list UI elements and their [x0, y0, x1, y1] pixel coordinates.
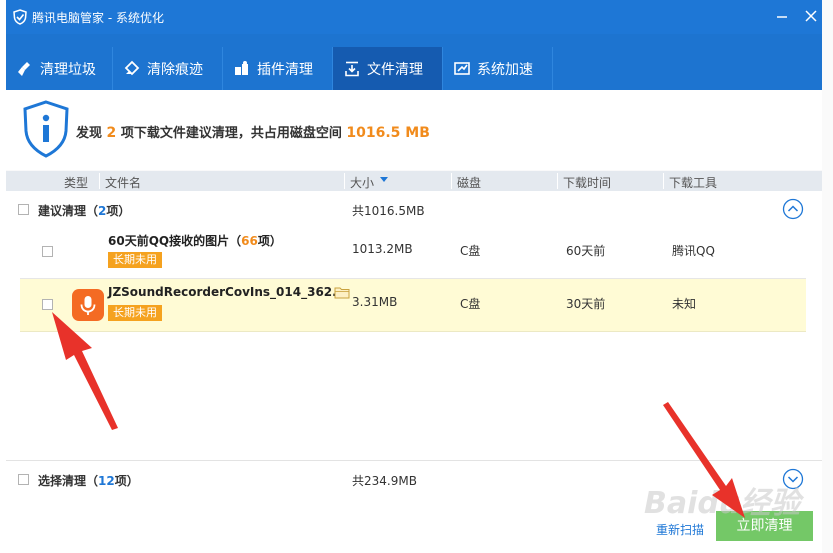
- rescan-link[interactable]: 重新扫描: [656, 521, 704, 538]
- info-panel: 发现 2 项下载文件建议清理，共占用磁盘空间 1016.5 MB: [6, 90, 822, 170]
- group-checkbox[interactable]: [18, 204, 29, 215]
- tab-label: 清理垃圾: [40, 61, 96, 78]
- speedup-icon: [454, 61, 470, 75]
- file-count: 66: [241, 234, 258, 248]
- file-disk: C盘: [460, 244, 481, 258]
- puzzle-icon: [235, 60, 248, 75]
- download-box-icon: [345, 61, 359, 76]
- tab-file-clean[interactable]: 文件清理: [333, 47, 443, 90]
- row-checkbox[interactable]: [42, 299, 53, 310]
- tab-plugin-clean[interactable]: 插件清理: [223, 47, 333, 90]
- file-name: 60天前QQ接收的图片（66项）: [108, 232, 282, 249]
- group-checkbox[interactable]: [18, 474, 29, 485]
- minimize-icon[interactable]: [772, 6, 792, 26]
- summary-count: 2: [106, 125, 117, 141]
- tab-label: 系统加速: [477, 61, 533, 78]
- status-badge: 长期未用: [108, 305, 162, 321]
- column-divider: [557, 173, 558, 189]
- file-name: JZSoundRecorderCovIns_014_362...: [108, 285, 346, 299]
- file-tool: 未知: [672, 297, 697, 311]
- row-checkbox[interactable]: [42, 246, 53, 257]
- column-divider: [344, 173, 345, 189]
- window-title: 腾讯电脑管家 - 系统优化: [32, 11, 164, 25]
- group-count: 12: [98, 474, 115, 488]
- table-header: 类型 文件名 大小 磁盘 下载时间 下载工具: [6, 171, 822, 191]
- close-icon[interactable]: [801, 6, 821, 26]
- group-title: 选择清理（12项）: [38, 472, 139, 489]
- file-tool: 腾讯QQ: [672, 244, 715, 258]
- watermark: Baidu经验: [644, 486, 801, 521]
- summary-size: 1016.5 MB: [346, 125, 430, 141]
- file-app-icon: [72, 289, 104, 321]
- microphone-icon: [80, 296, 96, 315]
- col-filename[interactable]: 文件名: [105, 174, 141, 191]
- group-size: 共1016.5MB: [352, 204, 425, 218]
- summary-text: 项下载文件建议清理，共占用磁盘空间: [120, 126, 342, 141]
- file-disk: C盘: [460, 297, 481, 311]
- broom-icon: [18, 61, 30, 76]
- file-count-close: 项）: [257, 234, 282, 248]
- main-window: 腾讯电脑管家 - 系统优化 清理垃圾 清除痕迹 插件清理 文件清理 系统加速 发…: [6, 0, 822, 553]
- info-shield-icon: [23, 100, 69, 158]
- title-bar: 腾讯电脑管家 - 系统优化: [6, 0, 822, 34]
- group-count-open: （: [86, 474, 99, 488]
- tab-system-speedup[interactable]: 系统加速: [443, 47, 553, 90]
- tab-label: 文件清理: [367, 61, 423, 78]
- tab-label: 插件清理: [257, 61, 313, 78]
- group-count-close: 项）: [106, 204, 131, 218]
- file-count-open: （: [229, 234, 242, 248]
- collapse-icon[interactable]: [782, 198, 804, 220]
- column-divider: [663, 173, 664, 189]
- background-window-edge: [822, 0, 833, 553]
- col-type[interactable]: 类型: [64, 174, 88, 191]
- file-time: 60天前: [566, 244, 606, 258]
- tab-label: 清除痕迹: [147, 61, 203, 78]
- open-folder-icon[interactable]: [334, 286, 350, 299]
- group-count-close: 项）: [114, 474, 139, 488]
- file-name-text: 60天前QQ接收的图片: [108, 234, 230, 248]
- file-time: 30天前: [566, 297, 606, 311]
- table-row[interactable]: JZSoundRecorderCovIns_014_362... 长期未用 3.…: [20, 279, 806, 332]
- group-size: 共234.9MB: [352, 474, 417, 488]
- group-title-text: 选择清理: [38, 474, 87, 488]
- tab-clean-junk[interactable]: 清理垃圾: [6, 47, 113, 90]
- file-size: 3.31MB: [352, 295, 398, 309]
- tab-bar: 清理垃圾 清除痕迹 插件清理 文件清理 系统加速: [6, 34, 822, 90]
- column-divider: [99, 173, 100, 189]
- group-count-open: （: [86, 204, 99, 218]
- eraser-icon: [124, 60, 140, 75]
- sort-desc-icon: [380, 177, 388, 182]
- group-title: 建议清理（2项）: [38, 202, 130, 219]
- tab-clear-traces[interactable]: 清除痕迹: [113, 47, 223, 90]
- col-download-tool[interactable]: 下载工具: [669, 174, 717, 191]
- status-badge: 长期未用: [108, 252, 162, 268]
- shield-logo-icon: [13, 9, 27, 25]
- file-size: 1013.2MB: [352, 242, 413, 256]
- col-disk[interactable]: 磁盘: [457, 174, 481, 191]
- col-size[interactable]: 大小: [350, 174, 374, 191]
- scan-summary: 发现 2 项下载文件建议清理，共占用磁盘空间 1016.5 MB: [76, 122, 430, 141]
- table-row[interactable]: 60天前QQ接收的图片（66项） 长期未用 1013.2MB C盘 60天前 腾…: [20, 226, 806, 279]
- col-download-time[interactable]: 下载时间: [563, 174, 611, 191]
- group-suggested: 建议清理（2项） 共1016.5MB: [6, 192, 822, 226]
- column-divider: [451, 173, 452, 189]
- group-title-text: 建议清理: [38, 204, 87, 218]
- group-divider: [6, 460, 822, 461]
- summary-prefix: 发现: [76, 126, 103, 141]
